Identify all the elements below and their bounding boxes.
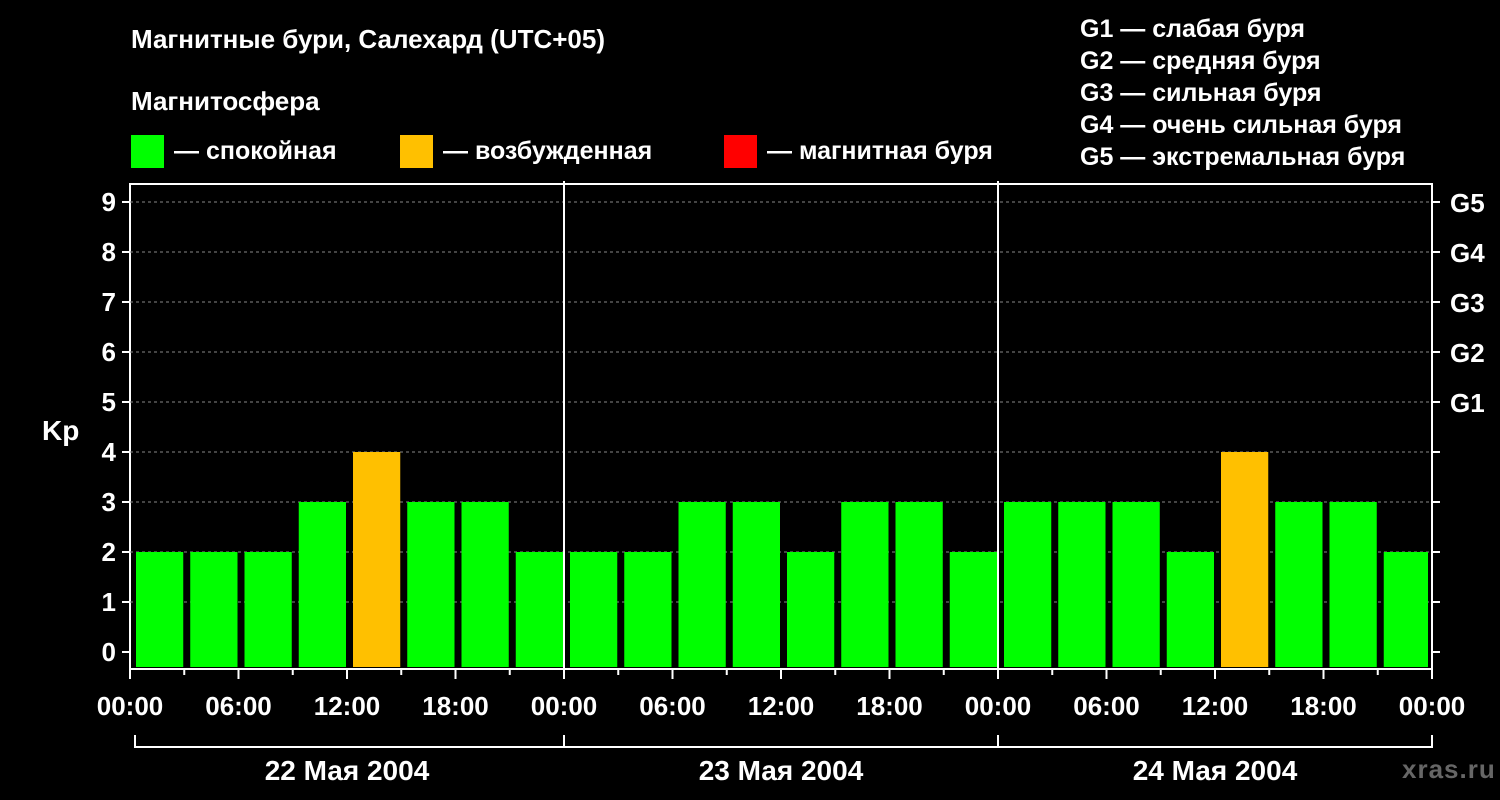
kp-bar — [298, 502, 346, 667]
kp-bar — [1221, 452, 1269, 667]
day-label: 23 Мая 2004 — [699, 755, 864, 786]
kp-bar — [787, 552, 835, 667]
y-tick-label: 3 — [102, 487, 116, 517]
x-tick-label: 12:00 — [1182, 691, 1249, 721]
y-tick-label: 0 — [102, 637, 116, 667]
y-tick-label: 7 — [102, 287, 116, 317]
kp-bar — [515, 552, 563, 667]
y-axis-label: Kp — [42, 415, 79, 446]
kp-bar — [244, 552, 292, 667]
x-tick-label: 00:00 — [97, 691, 164, 721]
y-tick-label: 4 — [102, 437, 117, 467]
x-tick-label: 12:00 — [748, 691, 815, 721]
kp-bar — [949, 552, 997, 667]
y-tick-label: 5 — [102, 387, 116, 417]
kp-bar — [1329, 502, 1377, 667]
y-tick-label: 9 — [102, 187, 116, 217]
x-tick-label: 06:00 — [205, 691, 272, 721]
day-label: 24 Мая 2004 — [1133, 755, 1298, 786]
x-tick-label: 18:00 — [1290, 691, 1357, 721]
y-tick-label: 6 — [102, 337, 116, 367]
kp-bar — [190, 552, 238, 667]
kp-bar — [1166, 552, 1214, 667]
kp-bar — [1383, 552, 1428, 667]
kp-bar — [1112, 502, 1160, 667]
kp-bar — [1275, 502, 1323, 667]
y-tick-label: 1 — [102, 587, 116, 617]
day-label: 22 Мая 2004 — [265, 755, 430, 786]
kp-bar — [461, 502, 509, 667]
storm-level-label: G3 — [1450, 288, 1485, 318]
storm-level-label: G5 — [1450, 188, 1485, 218]
kp-bar — [732, 502, 780, 667]
x-tick-label: 00:00 — [531, 691, 598, 721]
kp-bar — [624, 552, 672, 667]
x-tick-label: 06:00 — [639, 691, 706, 721]
watermark: xras.ru — [1402, 754, 1496, 784]
x-tick-label: 00:00 — [1399, 691, 1466, 721]
x-tick-label: 18:00 — [422, 691, 489, 721]
kp-bar — [353, 452, 401, 667]
kp-bar-chart: 0 1 2 3 4 5 6 7 8 9 G1 G2 G3 G4 G5 Kp 00:00 06:00 12:00 18:… — [42, 181, 1485, 786]
kp-bar — [1004, 502, 1052, 667]
x-tick-label: 18:00 — [856, 691, 923, 721]
kp-bar — [570, 552, 618, 667]
kp-bar — [136, 552, 184, 667]
storm-level-label: G4 — [1450, 238, 1485, 268]
y-tick-label: 8 — [102, 237, 116, 267]
x-tick-label: 06:00 — [1073, 691, 1140, 721]
x-tick-label: 12:00 — [314, 691, 381, 721]
kp-bar — [678, 502, 726, 667]
storm-level-label: G2 — [1450, 338, 1485, 368]
kp-bar — [407, 502, 455, 667]
kp-bar — [895, 502, 943, 667]
storm-level-label: G1 — [1450, 388, 1485, 418]
x-tick-label: 00:00 — [965, 691, 1032, 721]
kp-bar — [1058, 502, 1106, 667]
y-tick-label: 2 — [102, 537, 116, 567]
kp-bar — [841, 502, 889, 667]
